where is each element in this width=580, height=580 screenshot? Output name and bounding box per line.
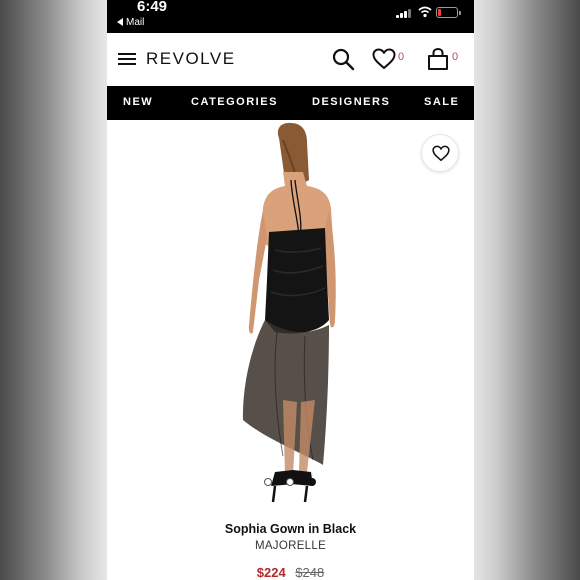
carousel-dot-1[interactable]	[264, 478, 272, 486]
category-nav: NEW CATEGORIES DESIGNERS SALE	[107, 86, 474, 120]
heart-icon[interactable]	[372, 48, 396, 70]
carousel-dot-3[interactable]	[308, 478, 316, 486]
carousel-indicator	[264, 478, 318, 488]
cellular-signal-icon	[396, 9, 412, 18]
phone-screen: 6:49 Mail REVOLVE 0 0 NEW CATEGORIES DES…	[107, 0, 474, 580]
nav-categories[interactable]: CATEGORIES	[191, 96, 278, 108]
nav-designers[interactable]: DESIGNERS	[312, 96, 390, 108]
bag-count: 0	[452, 51, 459, 63]
sale-price: $224	[256, 565, 286, 580]
back-arrow-icon	[117, 18, 123, 27]
product-photo	[242, 122, 336, 503]
back-to-mail-link[interactable]: Mail	[117, 17, 144, 28]
menu-icon[interactable]	[118, 53, 136, 66]
shopping-bag-icon[interactable]	[427, 47, 449, 71]
site-logo[interactable]: REVOLVE	[146, 49, 236, 69]
nav-new[interactable]: NEW	[123, 96, 153, 108]
back-app-label: Mail	[126, 17, 145, 28]
status-bar: 6:49 Mail	[107, 0, 474, 33]
wifi-icon	[418, 6, 432, 18]
carousel-dot-2[interactable]	[286, 478, 294, 486]
site-header: REVOLVE 0 0	[107, 33, 474, 86]
status-time: 6:49	[137, 0, 168, 15]
add-to-wishlist-button[interactable]	[421, 134, 459, 172]
nav-sale[interactable]: SALE	[424, 96, 459, 108]
product-image-carousel[interactable]	[107, 120, 474, 515]
search-icon[interactable]	[331, 47, 355, 71]
product-title[interactable]: Sophia Gown in Black	[107, 522, 474, 536]
price-row: $224 $248	[107, 565, 474, 580]
product-brand[interactable]: MAJORELLE	[107, 540, 474, 552]
battery-icon	[436, 7, 461, 18]
wishlist-count: 0	[398, 51, 405, 63]
wishlist-heart-icon	[432, 145, 450, 162]
original-price: $248	[295, 565, 325, 580]
